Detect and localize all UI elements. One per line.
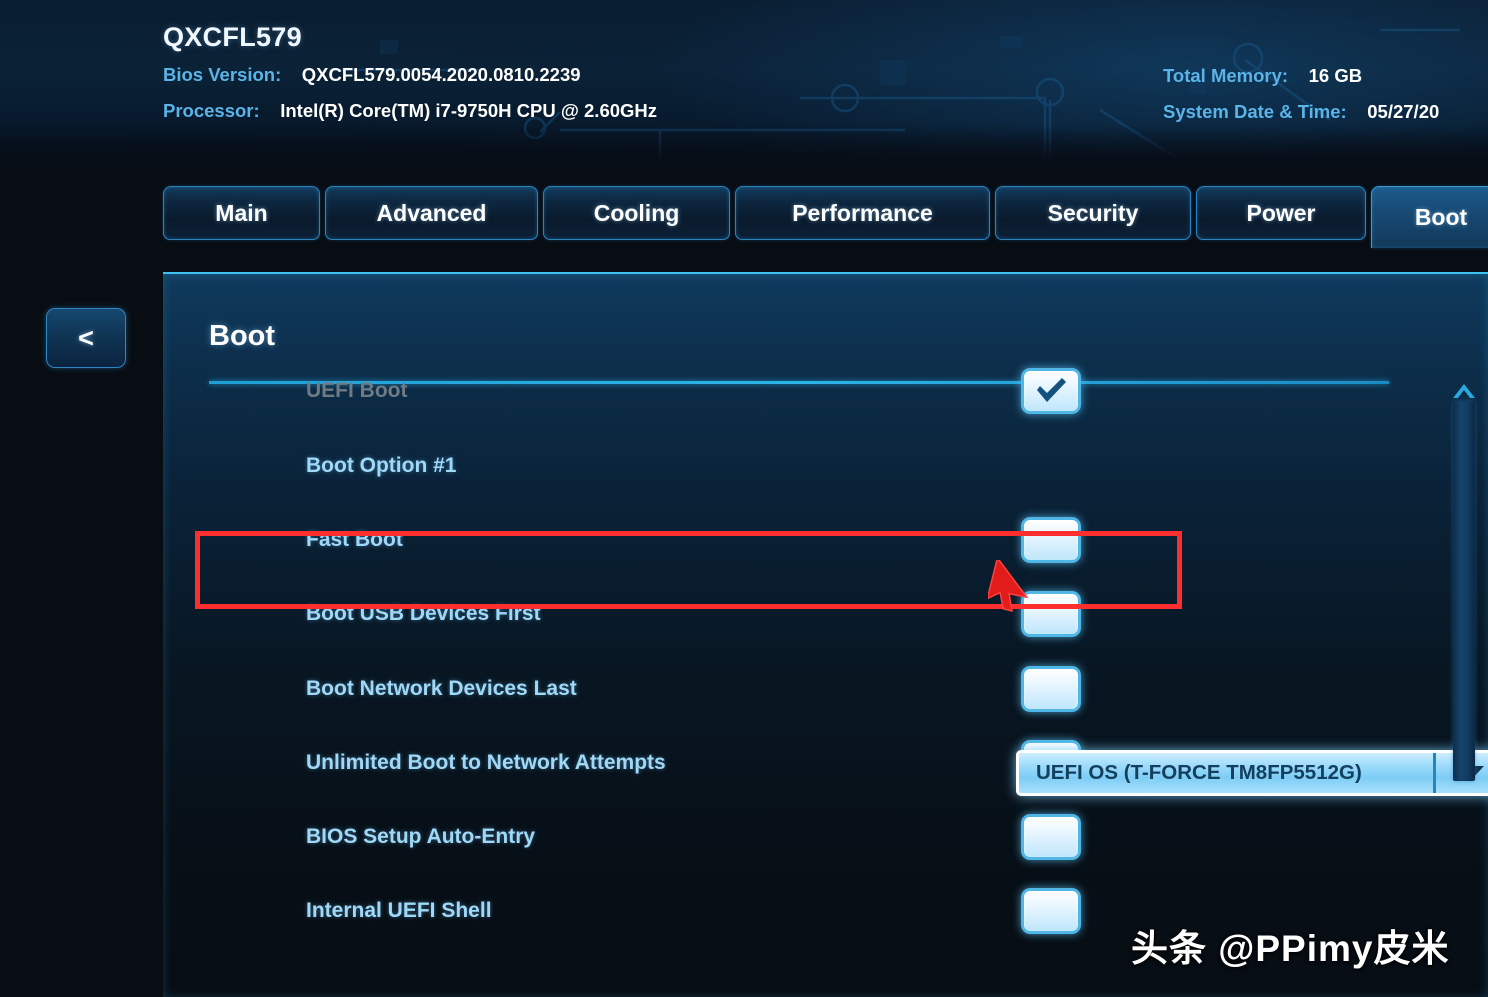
setting-label-internal-uefi-shell: Internal UEFI Shell [306, 899, 492, 922]
checkbox-boot-usb-devices-first[interactable] [1021, 591, 1081, 637]
setting-label-boot-usb-devices-first: Boot USB Devices First [306, 602, 541, 625]
scrollbar-thumb[interactable] [1453, 401, 1475, 781]
tab-cooling[interactable]: Cooling [543, 186, 730, 240]
bios-version-value: QXCFL579.0054.2020.0810.2239 [301, 64, 581, 85]
page-title: Boot [209, 320, 276, 352]
setting-label-boot-option-1: Boot Option #1 [306, 454, 457, 477]
tab-security[interactable]: Security [995, 186, 1191, 240]
setting-row-bios-setup-auto-entry: BIOS Setup Auto-Entry [163, 800, 1488, 874]
setting-label-boot-network-devices-last: Boot Network Devices Last [306, 677, 577, 700]
processor-label: Processor: [163, 100, 260, 121]
boot-option-1-value: UEFI OS (T-FORCE TM8FP5512G) [1036, 761, 1362, 784]
tab-label: Security [1047, 199, 1139, 226]
setting-row-boot-usb-devices-first: Boot USB Devices First [163, 577, 1488, 651]
back-chevron-icon: < [78, 322, 94, 353]
setting-row-boot-network-devices-last: Boot Network Devices Last [163, 652, 1488, 726]
board-name: QXCFL579 [163, 22, 302, 52]
tab-label: Advanced [376, 199, 487, 226]
tab-advanced[interactable]: Advanced [325, 186, 538, 240]
tab-label: Boot [1414, 204, 1468, 230]
checkbox-boot-network-devices-last[interactable] [1021, 666, 1081, 712]
checkbox-uefi-boot[interactable] [1021, 368, 1081, 414]
total-memory-row: Total Memory: 16 GB [1163, 65, 1362, 87]
setting-row-boot-option-1: Boot Option #1 [163, 429, 1488, 503]
checkbox-fast-boot[interactable] [1021, 517, 1081, 563]
bios-version-label: Bios Version: [163, 64, 282, 85]
setting-label-fast-boot: Fast Boot [306, 528, 403, 551]
system-datetime-value: 05/27/20 [1367, 101, 1440, 122]
processor-value: Intel(R) Core(TM) i7-9750H CPU @ 2.60GHz [280, 100, 658, 121]
setting-row-uefi-boot: UEFI Boot [163, 354, 1488, 428]
setting-label-unlimited-boot-to-network-attempts: Unlimited Boot to Network Attempts [306, 751, 666, 774]
main-tab-bar: Main Advanced Cooling Performance Security Po… [0, 186, 1488, 248]
checkmark-icon [1037, 378, 1066, 402]
header-bar: QXCFL579 Bios Version: QXCFL579.0054.202… [0, 0, 1488, 168]
tab-boot[interactable]: Boot [1371, 186, 1488, 248]
total-memory-value: 16 GB [1308, 65, 1363, 86]
checkbox-bios-setup-auto-entry[interactable] [1021, 814, 1081, 860]
watermark: 头条 @PPimy皮米 [1131, 928, 1450, 969]
setting-row-fast-boot: Fast Boot [163, 503, 1488, 577]
tab-main[interactable]: Main [163, 186, 320, 240]
scroll-up-arrow-icon[interactable] [1452, 383, 1476, 401]
checkbox-internal-uefi-shell[interactable] [1021, 888, 1081, 934]
tab-label: Performance [792, 199, 933, 226]
boot-option-1-select[interactable]: UEFI OS (T-FORCE TM8FP5512G) [1016, 750, 1488, 796]
setting-label-uefi-boot: UEFI Boot [306, 379, 408, 402]
back-button[interactable]: < [46, 308, 126, 368]
system-datetime-label: System Date & Time: [1163, 101, 1347, 122]
processor-row: Processor: Intel(R) Core(TM) i7-9750H CP… [163, 100, 657, 122]
setting-label-bios-setup-auto-entry: BIOS Setup Auto-Entry [306, 825, 536, 848]
tab-label: Main [215, 199, 268, 226]
vertical-scrollbar[interactable] [1452, 383, 1476, 806]
header-bottom-fade [0, 124, 1488, 168]
bios-version-row: Bios Version: QXCFL579.0054.2020.0810.22… [163, 64, 581, 86]
tab-label: Power [1246, 199, 1316, 226]
tab-label: Cooling [593, 199, 680, 226]
system-datetime-row: System Date & Time: 05/27/20 [1163, 101, 1439, 123]
tab-power[interactable]: Power [1196, 186, 1366, 240]
total-memory-label: Total Memory: [1163, 65, 1289, 86]
bios-setup-screen: QXCFL579 Bios Version: QXCFL579.0054.202… [0, 0, 1488, 997]
boot-settings-panel: Boot UEFI Boot Boot Option #1 Fast Boot Boo… [163, 272, 1488, 997]
tab-performance[interactable]: Performance [735, 186, 990, 240]
